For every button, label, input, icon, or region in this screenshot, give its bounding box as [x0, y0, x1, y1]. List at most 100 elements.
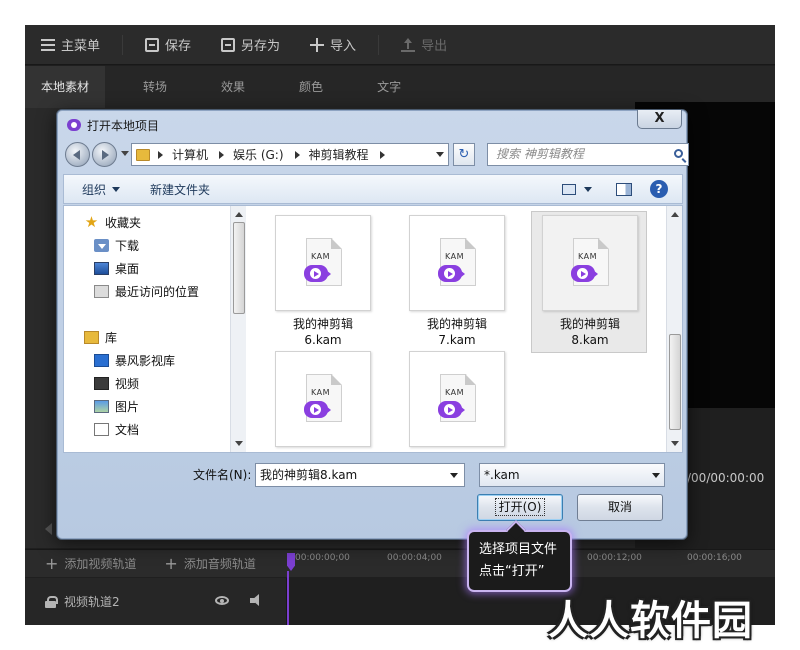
address-bar[interactable]: 计算机 娱乐 (G:) 神剪辑教程: [131, 143, 449, 166]
add-audio-track-button[interactable]: + 添加音频轨道: [164, 554, 255, 573]
scrollbar-thumb[interactable]: [233, 222, 245, 314]
tree-item-libraries[interactable]: 库: [84, 327, 117, 347]
forward-arrow-icon[interactable]: [92, 142, 117, 167]
toolbar-divider: [378, 34, 380, 55]
scrollbar-thumb[interactable]: [669, 334, 681, 430]
chevron-down-icon[interactable]: [450, 473, 458, 478]
speaker-icon[interactable]: [250, 594, 264, 607]
tab-colors[interactable]: 颜色: [283, 66, 339, 108]
lock-icon[interactable]: [45, 595, 58, 608]
tree-item-recent[interactable]: 最近访问的位置: [94, 281, 199, 301]
close-button[interactable]: X: [637, 110, 682, 129]
breadcrumb-separator-icon[interactable]: [158, 150, 163, 159]
ruler-tick: 00:00:04;00: [387, 553, 442, 563]
eye-icon[interactable]: [215, 596, 229, 605]
scroll-up-icon[interactable]: [671, 212, 679, 217]
tree-item-label: 下载: [115, 238, 140, 253]
cancel-button[interactable]: 取消: [577, 494, 663, 521]
new-folder-button[interactable]: 新建文件夹: [150, 181, 210, 198]
playhead-line: [287, 571, 289, 625]
collapse-arrow-icon[interactable]: [45, 523, 52, 535]
preview-pane-icon[interactable]: [616, 183, 632, 196]
playhead-handle[interactable]: [287, 553, 295, 571]
tree-item-label: 桌面: [115, 261, 140, 276]
ruler-tick: 00:00:16;00: [687, 553, 742, 563]
tree-item-favorites[interactable]: ★ 收藏夹: [84, 212, 141, 232]
kam-file-icon: KAM: [438, 238, 476, 286]
filename-input[interactable]: 我的神剪辑8.kam: [255, 463, 465, 487]
add-video-track-label: 添加视频轨道: [64, 557, 137, 571]
file-tile[interactable]: KAM 我的神剪辑 6.kam: [265, 212, 381, 354]
tree-item-label: 收藏夹: [105, 215, 142, 230]
breadcrumb-drive[interactable]: 娱乐 (G:): [233, 146, 284, 163]
file-thumbnail: KAM: [542, 215, 638, 311]
help-icon[interactable]: ?: [650, 180, 668, 198]
file-thumbnail: KAM: [409, 215, 505, 311]
browser-content: ★ 收藏夹 下载 桌面 最近访问的位置 库 暴风影视库 视频 图片 文档 KAM…: [63, 205, 683, 453]
dialog-title: 打开本地项目: [87, 118, 160, 133]
search-icon[interactable]: [674, 149, 683, 158]
back-arrow-icon[interactable]: [65, 142, 90, 167]
file-type-select[interactable]: *.kam: [479, 463, 665, 487]
organize-label: 组织: [82, 182, 107, 197]
view-options-icon[interactable]: [562, 184, 576, 195]
tree-item-baofeng[interactable]: 暴风影视库: [94, 350, 175, 370]
export-button[interactable]: 导出: [401, 35, 447, 54]
tree-item-videos[interactable]: 视频: [94, 373, 139, 393]
site-watermark: 人人软件园: [548, 598, 753, 644]
playback-time: /00/00:00:00: [687, 471, 765, 485]
import-button[interactable]: 导入: [310, 35, 356, 54]
main-menu-button[interactable]: 主菜单: [41, 35, 100, 54]
breadcrumb-separator-icon[interactable]: [219, 150, 225, 159]
close-icon: X: [654, 111, 665, 126]
breadcrumb-separator-icon[interactable]: [379, 150, 385, 159]
tab-local-material[interactable]: 本地素材: [25, 66, 106, 108]
tree-item-label: 图片: [115, 399, 140, 414]
recent-pages-chevron-icon[interactable]: [121, 151, 129, 156]
tree-item-label: 暴风影视库: [115, 353, 176, 368]
breadcrumb-separator-icon[interactable]: [294, 150, 300, 159]
recent-places-icon: [94, 284, 109, 298]
command-bar: 组织 新建文件夹 ?: [63, 174, 683, 204]
scroll-up-icon[interactable]: [235, 212, 243, 217]
file-tile[interactable]: KAM: [265, 348, 381, 452]
tooltip-line-2: 点击“打开”: [479, 564, 545, 579]
tree-item-downloads[interactable]: 下载: [94, 235, 139, 255]
tree-item-documents[interactable]: 文档: [94, 419, 139, 439]
open-button[interactable]: 打开(O): [477, 494, 563, 521]
tree-item-desktop[interactable]: 桌面: [94, 258, 139, 278]
file-list-scrollbar[interactable]: [666, 206, 682, 452]
tree-item-pictures[interactable]: 图片: [94, 396, 139, 416]
tab-transitions[interactable]: 转场: [127, 66, 183, 108]
breadcrumb-computer[interactable]: 计算机: [172, 146, 208, 163]
add-video-track-button[interactable]: + 添加视频轨道: [45, 554, 136, 573]
tab-text[interactable]: 文字: [361, 66, 417, 108]
save-as-button[interactable]: 另存为: [221, 35, 280, 54]
export-icon: [401, 37, 416, 52]
file-tile-selected[interactable]: KAM 我的神剪辑 8.kam: [531, 211, 647, 353]
plus-icon: [310, 37, 325, 52]
file-type-value: *.kam: [484, 468, 520, 482]
search-input[interactable]: 搜索 神剪辑教程: [487, 143, 689, 166]
navigation-scrollbar[interactable]: [230, 206, 246, 452]
breadcrumb-folder[interactable]: 神剪辑教程: [309, 146, 369, 163]
tooltip-line-1: 选择项目文件: [479, 542, 558, 557]
tab-effects[interactable]: 效果: [205, 66, 261, 108]
file-tile[interactable]: KAM 我的神剪辑 7.kam: [399, 212, 515, 354]
kam-file-icon: KAM: [304, 374, 342, 422]
scroll-down-icon[interactable]: [235, 441, 243, 446]
file-tile[interactable]: KAM: [399, 348, 515, 452]
organize-button[interactable]: 组织: [82, 181, 121, 198]
chevron-down-icon[interactable]: [584, 187, 592, 192]
scroll-down-icon[interactable]: [671, 441, 679, 446]
video-track-header: 视频轨道2: [25, 578, 287, 625]
new-folder-label: 新建文件夹: [150, 182, 211, 197]
file-name: 我的神剪辑 7.kam: [426, 317, 487, 347]
dialog-titlebar[interactable]: 打开本地项目: [67, 115, 159, 135]
address-dropdown-icon[interactable]: [436, 152, 444, 157]
playhead[interactable]: [287, 553, 295, 625]
save-button[interactable]: 保存: [145, 35, 191, 54]
export-label: 导出: [421, 39, 448, 54]
file-name: 我的神剪辑 6.kam: [292, 317, 353, 347]
refresh-button[interactable]: ↻: [453, 143, 475, 166]
